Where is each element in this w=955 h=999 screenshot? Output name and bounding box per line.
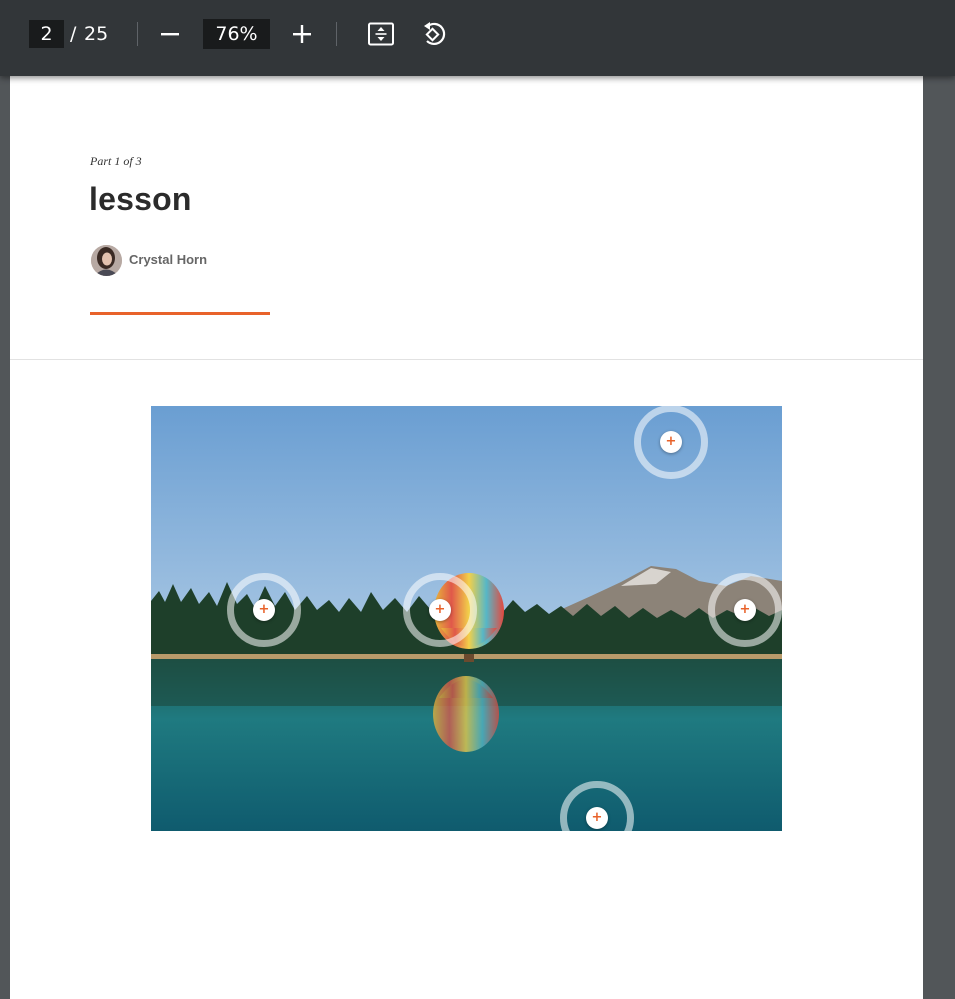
plus-icon: + <box>660 431 682 453</box>
author-avatar <box>91 245 122 276</box>
rotate-icon <box>424 22 446 46</box>
author-name: Crystal Horn <box>129 252 208 267</box>
zoom-out-button[interactable] <box>156 20 184 48</box>
lesson-title: lesson <box>89 181 192 217</box>
hotspot-button[interactable]: + <box>403 573 477 647</box>
hotspot-button[interactable]: + <box>227 573 301 647</box>
hotspot-button[interactable]: + <box>708 573 782 647</box>
minus-icon <box>161 33 179 36</box>
section-divider <box>10 359 923 360</box>
page-separator: / <box>70 23 77 45</box>
hotspot-button[interactable]: + <box>634 406 708 479</box>
pdf-toolbar: 2 / 25 76% <box>0 0 955 76</box>
fit-page-button[interactable] <box>366 20 396 48</box>
fit-page-icon <box>368 22 394 46</box>
accent-bar <box>90 312 270 315</box>
page-number-input[interactable]: 2 <box>29 20 64 48</box>
toolbar-divider <box>137 22 138 46</box>
plus-icon: + <box>429 599 451 621</box>
document-page: Part 1 of 3 lesson Crystal Horn + + + + … <box>10 76 923 999</box>
rotate-button[interactable] <box>419 19 449 49</box>
plus-icon: + <box>253 599 275 621</box>
plus-icon: + <box>586 807 608 829</box>
zoom-in-button[interactable] <box>288 20 316 48</box>
part-label: Part 1 of 3 <box>90 154 142 168</box>
plus-icon <box>293 25 311 43</box>
page-total: 25 <box>84 23 109 45</box>
toolbar-divider <box>336 22 337 46</box>
hot-air-balloon-lake-image: + + + + + <box>151 406 782 831</box>
zoom-level-input[interactable]: 76% <box>203 19 270 49</box>
plus-icon: + <box>734 599 756 621</box>
